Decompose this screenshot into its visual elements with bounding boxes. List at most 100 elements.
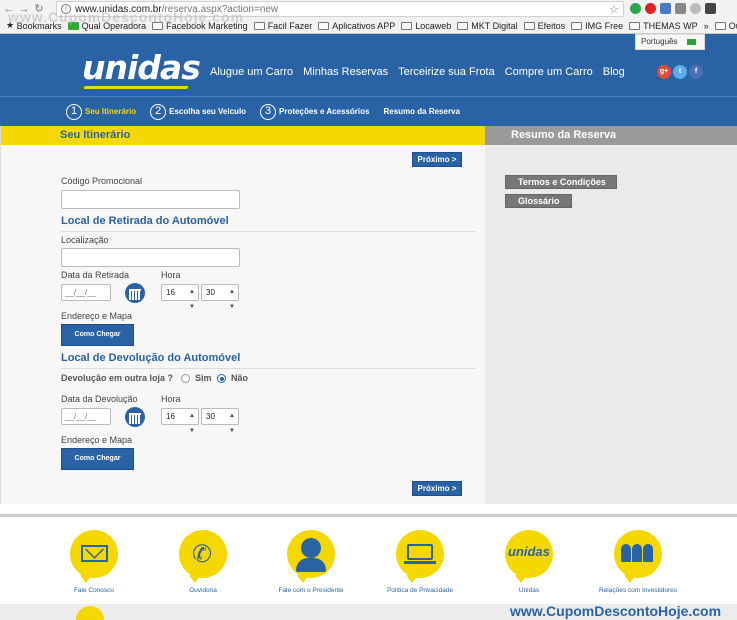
calendar-icon[interactable]	[125, 283, 145, 303]
pickup-directions-button[interactable]: Como Chegar	[61, 324, 134, 346]
nav-alugue-um-carro[interactable]: Alugue um Carro	[210, 66, 293, 78]
nav-minhas-reservas[interactable]: Minhas Reservas	[303, 66, 388, 78]
nav-compre-um-carro[interactable]: Compre um Carro	[505, 66, 593, 78]
summary-heading: Resumo da Reserva	[485, 126, 737, 145]
next-button-top[interactable]: Próximo >	[412, 152, 462, 167]
bookmarks-bar: ★ Bookmarks Qual Operadora Facebook Mark…	[0, 18, 737, 34]
brazil-flag-icon	[687, 38, 697, 45]
radio-no-label: Não	[231, 373, 249, 383]
pickup-date-input[interactable]: __/__/__	[61, 284, 111, 301]
step-protections[interactable]: 3 Proteções e Acessórios	[260, 103, 369, 120]
folder-icon	[318, 21, 330, 30]
select-arrows-icon: ▲ ▼	[229, 413, 235, 434]
extension-green-icon[interactable]	[630, 3, 641, 14]
nav-terceirize-sua-frota[interactable]: Terceirize sua Frota	[398, 66, 495, 78]
calendar-icon[interactable]	[125, 407, 145, 427]
divider	[61, 231, 476, 232]
bookmark-star-icon[interactable]: ☆	[609, 3, 619, 16]
twitter-icon[interactable]: t	[673, 65, 687, 79]
extension-blue-icon[interactable]	[660, 3, 671, 14]
folder-icon	[629, 21, 641, 30]
return-hour-select[interactable]: 16 ▲ ▼	[161, 408, 199, 434]
promo-code-input[interactable]	[61, 190, 240, 209]
footer-investors[interactable]: Relações com Investidores	[583, 530, 693, 594]
footer-ombudsman[interactable]: ✆ Ouvidoria	[148, 530, 258, 594]
bookmark-item[interactable]: Outros favoritos	[714, 21, 737, 31]
bookmark-item[interactable]: Facebook Marketing	[152, 21, 248, 31]
step-summary[interactable]: Resumo da Reserva	[383, 107, 459, 116]
radio-yes-label: Sim	[195, 373, 212, 383]
return-date-label: Data da Devolução	[61, 394, 138, 404]
address-bar[interactable]: i www.unidas.com.br/reserva.aspx?action=…	[56, 1, 624, 17]
eyedropper-icon[interactable]	[705, 3, 716, 14]
url-domain: www.unidas.com.br	[75, 3, 162, 15]
forward-icon[interactable]: →	[18, 2, 30, 16]
step-vehicle[interactable]: 2 Escolha seu Veículo	[150, 103, 246, 120]
reload-icon[interactable]: ↻	[33, 2, 45, 16]
folder-icon	[523, 21, 535, 30]
footer-president[interactable]: Fale com o Presidente	[256, 530, 366, 594]
info-icon[interactable]: i	[61, 4, 71, 14]
url-path: /reserva.aspx?action=new	[161, 3, 279, 15]
language-selector[interactable]: Português	[635, 34, 705, 50]
bookmarks-overflow-button[interactable]: »	[704, 21, 709, 31]
location-label: Localização	[61, 235, 109, 245]
terms-button[interactable]: Termos e Condições	[505, 175, 617, 189]
footer-contact[interactable]: Fale Conosco	[39, 530, 149, 594]
bookmark-item[interactable]: Facil Fazer	[253, 21, 312, 31]
return-other-store-no-radio[interactable]	[217, 374, 226, 383]
pickup-address-label: Endereço e Mapa	[61, 311, 133, 321]
watermark-bottom: www.CupomDescontoHoje.com	[510, 603, 722, 619]
glossary-button[interactable]: Glossário	[505, 194, 572, 208]
pickup-hour-select[interactable]: 16 ▲ ▼	[161, 284, 199, 310]
facebook-icon[interactable]: f	[689, 65, 703, 79]
booking-steps: 1 Seu Itinerário 2 Escolha seu Veículo 3 Pr…	[0, 96, 737, 126]
extension-light-icon[interactable]	[690, 3, 701, 14]
footer-privacy[interactable]: Política de Privacidade	[365, 530, 475, 594]
site-header: unidas Alugue um Carro Minhas Reservas T…	[0, 34, 737, 96]
main-content: Seu Itinerário Próximo > Código Promocio…	[0, 126, 737, 504]
extension-gray-icon[interactable]	[675, 3, 686, 14]
footer-unidas[interactable]: unidas Unidas	[474, 530, 584, 594]
return-minute-select[interactable]: 30 ▲ ▼	[201, 408, 239, 434]
step-itinerary[interactable]: 1 Seu Itinerário	[66, 103, 136, 120]
bookmark-item[interactable]: MKT Digital	[457, 21, 518, 31]
return-time-label: Hora	[161, 394, 181, 404]
other-store-label: Devolução em outra loja ?	[61, 373, 174, 383]
bookmark-item[interactable]: Locaweb	[401, 21, 451, 31]
laptop-icon	[396, 530, 444, 583]
folder-icon	[253, 21, 265, 30]
phone-icon: ✆	[179, 530, 227, 583]
itinerary-heading: Seu Itinerário	[1, 126, 486, 145]
return-directions-button[interactable]: Como Chegar	[61, 448, 134, 470]
unidas-badge-icon: unidas	[505, 530, 553, 583]
pickup-date-label: Data da Retirada	[61, 270, 130, 280]
extension-icons	[630, 3, 716, 14]
return-date-input[interactable]: __/__/__	[61, 408, 111, 425]
select-arrows-icon: ▲ ▼	[189, 413, 195, 434]
bookmark-item[interactable]: ★ Bookmarks	[6, 20, 62, 31]
bookmark-item[interactable]: Efeitos	[523, 21, 565, 31]
back-icon[interactable]: ←	[3, 2, 15, 16]
next-button-bottom[interactable]: Próximo >	[412, 481, 462, 496]
bookmark-item[interactable]: IMG Free	[571, 21, 623, 31]
pickup-location-input[interactable]	[61, 248, 240, 267]
pinterest-icon[interactable]	[645, 3, 656, 14]
footer-divider	[0, 514, 737, 517]
folder-icon	[152, 21, 164, 30]
divider	[61, 368, 476, 369]
envelope-icon	[70, 530, 118, 583]
bookmark-item[interactable]: Aplicativos APP	[318, 21, 395, 31]
itinerary-panel: Seu Itinerário Próximo > Código Promocio…	[0, 126, 486, 504]
select-arrows-icon: ▲ ▼	[189, 289, 195, 310]
pickup-minute-select[interactable]: 30 ▲ ▼	[201, 284, 239, 310]
unidas-logo[interactable]: unidas	[82, 48, 201, 87]
return-other-store-yes-radio[interactable]	[181, 374, 190, 383]
bookmark-item[interactable]: THEMAS WP	[629, 21, 698, 31]
nav-blog[interactable]: Blog	[603, 66, 625, 78]
bookmark-item[interactable]: Qual Operadora	[67, 21, 146, 31]
select-arrows-icon: ▲ ▼	[229, 289, 235, 310]
folder-icon	[457, 21, 469, 30]
promo-code-label: Código Promocional	[61, 176, 143, 186]
google-plus-icon[interactable]: g+	[657, 65, 671, 79]
